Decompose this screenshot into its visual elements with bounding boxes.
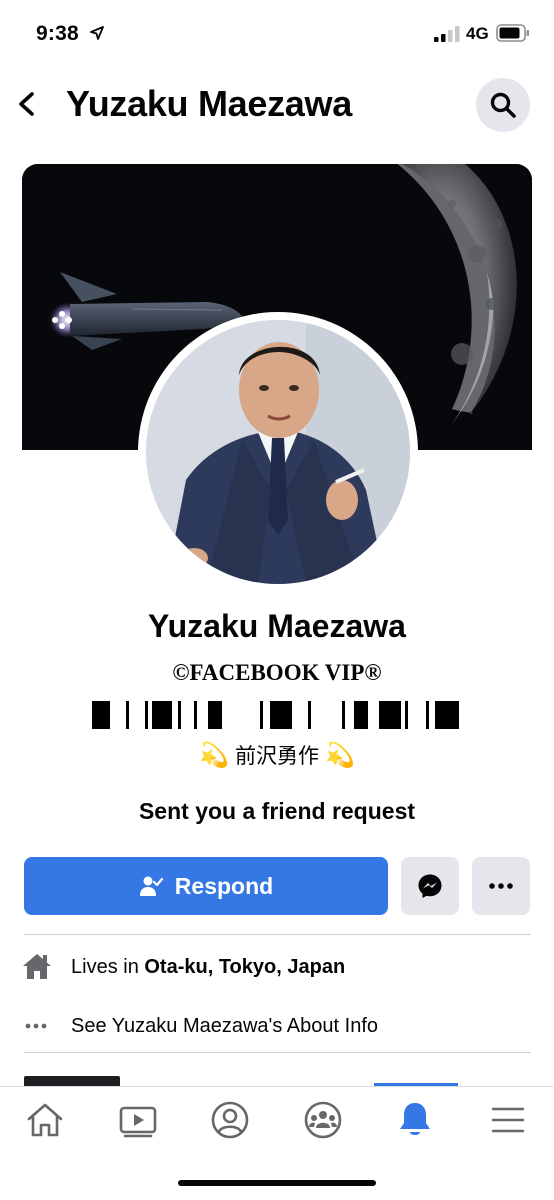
tab-notifications[interactable] <box>392 1097 438 1143</box>
about-info-link[interactable]: See Yuzaku Maezawa's About Info <box>71 1015 378 1038</box>
divider <box>24 1052 531 1053</box>
lives-location: Ota-ku, Tokyo, Japan <box>144 956 346 978</box>
bio-line: 💫 前沢勇作 💫 <box>0 740 554 770</box>
avatar-frame <box>138 312 418 592</box>
watch-icon <box>119 1106 157 1138</box>
person-check-icon <box>139 876 163 896</box>
tab-groups[interactable] <box>300 1097 346 1143</box>
status-bar: 9:38 4G <box>0 0 554 70</box>
respond-label: Respond <box>174 872 274 899</box>
more-dots-icon <box>489 883 513 889</box>
home-indicator <box>178 1180 376 1186</box>
avatar-image <box>146 320 410 584</box>
chevron-left-icon <box>19 92 34 116</box>
tab-menu[interactable] <box>485 1097 531 1143</box>
lives-in-row: Lives in Ota-ku, Tokyo, Japan <box>22 947 532 987</box>
back-button[interactable] <box>10 84 44 124</box>
messenger-icon <box>418 874 442 898</box>
about-info-row[interactable]: See Yuzaku Maezawa's About Info <box>22 1006 532 1046</box>
tab-profile[interactable] <box>207 1097 253 1143</box>
menu-icon <box>491 1107 525 1133</box>
bio-text: 前沢勇作 <box>235 745 319 768</box>
message-button[interactable] <box>401 857 459 915</box>
page-title: Yuzaku Maezawa <box>66 83 352 124</box>
profile-header: Yuzaku Maezawa <box>0 70 554 146</box>
friends-section-peek <box>24 1076 124 1086</box>
barcode-graphic <box>92 701 459 729</box>
more-dots-icon <box>25 1023 47 1029</box>
divider <box>24 934 531 935</box>
sparkle-emoji: 💫 <box>199 742 229 769</box>
avatar[interactable] <box>146 320 410 584</box>
battery-icon <box>496 24 529 42</box>
notifications-icon <box>400 1103 430 1135</box>
more-options-button[interactable] <box>472 857 530 915</box>
tab-home[interactable] <box>22 1097 68 1143</box>
search-icon <box>490 92 516 118</box>
network-type: 4G <box>466 24 489 43</box>
profile-name: Yuzaku Maezawa <box>148 608 406 644</box>
signal-icon <box>434 26 460 42</box>
tab-watch[interactable] <box>115 1097 161 1143</box>
sparkle-emoji: 💫 <box>325 742 355 769</box>
vip-line: ©FACEBOOK VIP® <box>172 660 382 685</box>
home-icon <box>27 1103 63 1137</box>
status-time: 9:38 <box>36 22 79 45</box>
home-location-icon <box>23 954 51 979</box>
location-arrow-icon <box>90 26 104 40</box>
profile-icon <box>211 1101 249 1139</box>
friend-request-text: Sent you a friend request <box>138 798 416 824</box>
search-button[interactable] <box>476 78 530 132</box>
groups-icon <box>304 1101 342 1139</box>
lives-prefix: Lives in <box>71 956 145 978</box>
respond-button[interactable]: Respond <box>24 857 388 915</box>
